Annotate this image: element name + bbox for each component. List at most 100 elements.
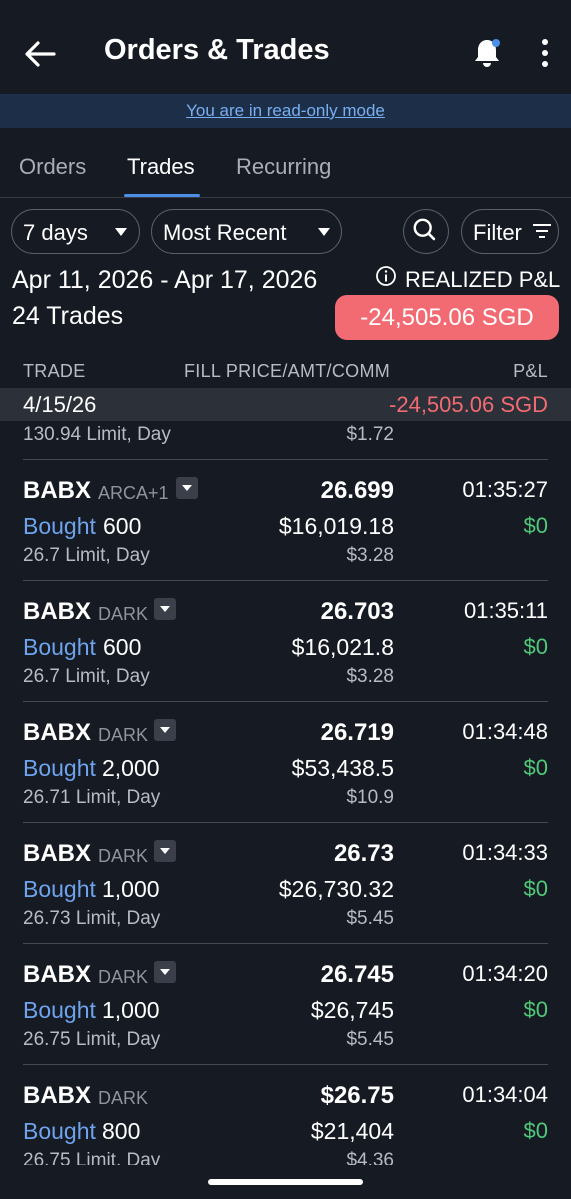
filter-button[interactable]: Filter: [461, 209, 559, 254]
home-indicator[interactable]: [208, 1179, 363, 1185]
trade-side: Bought: [23, 513, 96, 539]
trade-time: 01:34:20: [462, 961, 548, 986]
trade-amount: $16,021.8: [291, 634, 394, 660]
row-divider: [23, 459, 548, 460]
trade-row[interactable]: BABX DARK 26.73 01:34:33 Bought 1,000 $26,730.…: [0, 822, 571, 943]
fill-price: 26.745: [320, 961, 394, 988]
arrow-left-icon[interactable]: [22, 36, 58, 72]
trade-time: 01:35:11: [463, 598, 548, 623]
group-pl: -24,505.06 SGD: [389, 392, 548, 417]
trade-quantity: 800: [102, 1118, 141, 1144]
exchange-dropdown-button[interactable]: [154, 961, 176, 983]
trade-pl: $0: [523, 1118, 548, 1143]
row-divider: [23, 822, 548, 823]
trade-amount: $16,019.18: [278, 513, 394, 539]
fill-price: 26.703: [320, 598, 394, 625]
commission: $5.45: [346, 1029, 394, 1050]
trade-amount: $53,438.5: [291, 755, 394, 781]
trade-pl: $0: [523, 997, 548, 1022]
period-dropdown[interactable]: 7 days: [11, 209, 140, 254]
fill-price: 26.699: [320, 477, 394, 504]
trade-count: 24 Trades: [12, 302, 124, 330]
tab-recurring[interactable]: Recurring: [236, 154, 331, 180]
trade-pl: $0: [523, 513, 548, 538]
tab-bar: Orders Trades Recurring: [0, 128, 571, 198]
filter-icon: [533, 224, 551, 238]
date-range: Apr 11, 2026 - Apr 17, 2026: [12, 266, 318, 294]
row-divider: [23, 701, 548, 702]
partial-row-comm: $1.72: [346, 424, 394, 445]
order-details: 26.75 Limit, Day: [23, 1150, 161, 1165]
trade-pl: $0: [523, 634, 548, 659]
column-header-fill: FILL PRICE/AMT/COMM: [184, 361, 391, 381]
tab-trades[interactable]: Trades: [127, 154, 195, 180]
sort-label: Most Recent: [163, 220, 287, 245]
order-details: 26.75 Limit, Day: [23, 1029, 161, 1050]
trade-symbol: BABX: [23, 598, 92, 625]
search-icon: [413, 218, 436, 241]
exchange-dropdown-button[interactable]: [154, 840, 176, 862]
realized-pl-value: -24,505.06 SGD: [360, 304, 534, 331]
trade-time: 01:35:27: [462, 477, 548, 502]
order-details: 26.71 Limit, Day: [23, 787, 161, 808]
trade-exchange: DARK: [98, 725, 149, 745]
trade-row[interactable]: BABX ARCA+1 26.699 01:35:27 Bought 600 $16,019…: [0, 459, 571, 580]
trade-quantity: 1,000: [102, 876, 160, 902]
trade-pl: $0: [523, 876, 548, 901]
trade-side: Bought: [23, 1118, 96, 1144]
trade-time: 01:34:04: [462, 1082, 548, 1107]
commission: $5.45: [346, 908, 394, 929]
column-header-pl: P&L: [513, 361, 548, 381]
sort-dropdown[interactable]: Most Recent: [151, 209, 342, 254]
trade-exchange: ARCA+1: [98, 483, 169, 503]
column-header-trade: TRADE: [23, 361, 86, 381]
trade-exchange: DARK: [98, 967, 149, 987]
commission: $3.28: [346, 666, 394, 687]
read-only-banner: You are in read-only mode: [0, 94, 571, 128]
read-only-link[interactable]: You are in read-only mode: [186, 101, 385, 120]
info-icon[interactable]: [375, 265, 397, 287]
trade-quantity: 1,000: [102, 997, 160, 1023]
caret-down-icon: [115, 228, 127, 236]
row-divider: [23, 1064, 548, 1065]
fill-price: 26.719: [320, 719, 394, 746]
partial-row-order: 130.94 Limit, Day: [23, 424, 171, 445]
trade-exchange: DARK: [98, 846, 149, 866]
tab-orders[interactable]: Orders: [19, 154, 86, 180]
realized-pl-badge: -24,505.06 SGD: [335, 295, 559, 340]
commission: $3.28: [346, 545, 394, 566]
date-group-header: 4/15/26 -24,505.06 SGD: [0, 388, 571, 421]
bell-icon[interactable]: [470, 36, 504, 70]
exchange-dropdown-button[interactable]: [154, 719, 176, 741]
trade-row[interactable]: BABX DARK 26.745 01:34:20 Bought 1,000 $26,745…: [0, 943, 571, 1064]
caret-down-icon: [160, 848, 170, 854]
trade-row[interactable]: BABX DARK 26.719 01:34:48 Bought 2,000 $53,438…: [0, 701, 571, 822]
search-button[interactable]: [403, 209, 449, 254]
trade-symbol: BABX: [23, 1082, 92, 1109]
exchange-dropdown-button[interactable]: [176, 477, 198, 499]
period-label: 7 days: [23, 220, 88, 245]
trade-symbol: BABX: [23, 477, 92, 504]
caret-down-icon: [160, 727, 170, 733]
fill-price: $26.75: [320, 1082, 394, 1109]
trade-row[interactable]: BABX DARK 26.703 01:35:11 Bought 600 $16,021.8…: [0, 580, 571, 701]
trade-row[interactable]: BABX DARK $26.75 01:34:04 Bought 800 $21,404 $0…: [0, 1064, 571, 1165]
trade-list: BABX ARCA+1 26.699 01:35:27 Bought 600 $16,019…: [0, 459, 571, 1165]
caret-down-icon: [182, 485, 192, 491]
filter-label: Filter: [473, 220, 522, 245]
trade-exchange: DARK: [98, 1088, 149, 1108]
trade-quantity: 2,000: [102, 755, 160, 781]
commission: $10.9: [346, 787, 394, 808]
realized-pl-label: REALIZED P&L: [405, 267, 561, 292]
trade-quantity: 600: [103, 513, 142, 539]
order-details: 26.7 Limit, Day: [23, 666, 150, 687]
trade-amount: $21,404: [310, 1118, 394, 1144]
group-date: 4/15/26: [23, 392, 97, 417]
exchange-dropdown-button[interactable]: [154, 598, 176, 620]
fill-price: 26.73: [333, 840, 394, 867]
trade-amount: $26,745: [310, 997, 394, 1023]
trade-quantity: 600: [103, 634, 142, 660]
caret-down-icon: [160, 969, 170, 975]
caret-down-icon: [318, 228, 330, 236]
more-vertical-icon[interactable]: [532, 38, 558, 68]
